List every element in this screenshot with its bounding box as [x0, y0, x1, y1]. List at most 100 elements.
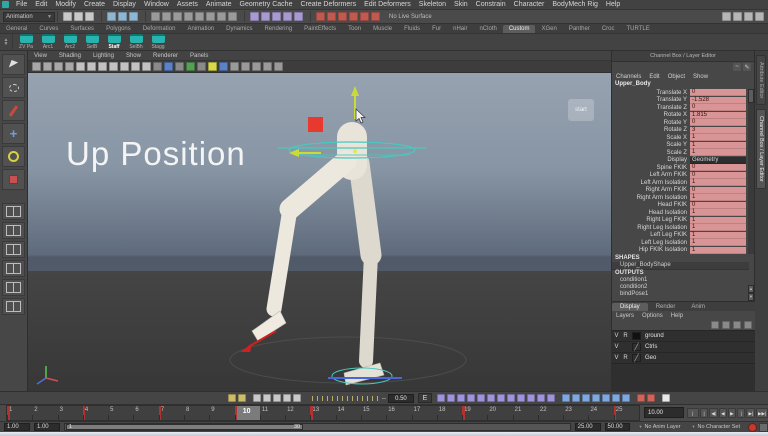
channel-field-scale-z[interactable]: 1	[690, 149, 746, 157]
render-icon[interactable]	[349, 12, 358, 21]
menu-animate[interactable]: Animate	[202, 0, 236, 9]
shelf-item-stagg[interactable]: Stagg	[147, 34, 169, 50]
speaker-icon[interactable]	[755, 12, 764, 21]
sound-scrub-icon[interactable]	[238, 394, 246, 402]
frame-9[interactable]: 9	[209, 406, 234, 420]
character-set-dropdown[interactable]: ▼ No Character Set	[688, 422, 743, 432]
auto-tangent-icon[interactable]	[536, 394, 545, 402]
rotate-tool[interactable]	[2, 146, 25, 167]
xray-icon[interactable]	[241, 62, 250, 71]
menu-geometry-cache[interactable]: Geometry Cache	[236, 0, 297, 9]
mute-channel-icon[interactable]	[611, 394, 620, 402]
frame-5[interactable]: 5	[108, 406, 133, 420]
channel-left-arm-fkik[interactable]: Left Arm FKIK 0	[612, 171, 749, 180]
channel-field-head-fkik[interactable]: 0	[690, 201, 746, 209]
viewport-menu-show[interactable]: Show	[120, 53, 147, 59]
viewport-menu-lighting[interactable]: Lighting	[87, 53, 120, 59]
layer-tab-display[interactable]: Display	[612, 303, 648, 311]
shadows-icon[interactable]	[197, 62, 206, 71]
menu-display[interactable]: Display	[109, 0, 140, 9]
anim-layer-dropdown[interactable]: ▼ No Anim Layer	[635, 422, 684, 432]
spline-tangent-icon[interactable]	[436, 394, 445, 402]
channel-head-isolation[interactable]: Head Isolation 1	[612, 209, 749, 217]
mask-surfaces-icon[interactable]	[184, 12, 193, 21]
shelf-tab-toon[interactable]: Toon	[342, 25, 367, 33]
viewport-menu-view[interactable]: View	[28, 53, 53, 59]
menu-create[interactable]: Create	[80, 0, 109, 9]
channel-right-arm-fkik[interactable]: Right Arm FKIK 0	[612, 186, 749, 195]
free-tangent-weight-icon[interactable]	[526, 394, 535, 402]
shaded-icon[interactable]	[164, 62, 173, 71]
break-tangent-icon[interactable]	[506, 394, 515, 402]
menu-skeleton[interactable]: Skeleton	[415, 0, 450, 9]
save-scene-icon[interactable]	[85, 12, 94, 21]
two-pane-stack-layout[interactable]	[2, 241, 25, 258]
frame-14[interactable]: 14	[335, 406, 361, 420]
channel-box-menu-edit[interactable]: Edit	[645, 74, 663, 80]
shelf-tab-ncloth[interactable]: nCloth	[473, 25, 502, 33]
move-layer-down-icon[interactable]	[722, 321, 730, 329]
channel-left-arm-isolation[interactable]: Left Arm Isolation 1	[612, 179, 749, 187]
output-condition1[interactable]: condition1	[612, 277, 749, 284]
channel-field-rotate-x[interactable]: 1.815	[690, 111, 746, 119]
frame-21[interactable]: 21	[512, 406, 538, 420]
viewport-menu-renderer[interactable]: Renderer	[147, 53, 184, 59]
channel-left-leg-isolation[interactable]: Left Leg Isolation 1	[612, 239, 749, 247]
menu-character[interactable]: Character	[510, 0, 549, 9]
snap-view-plane-icon[interactable]	[283, 12, 292, 21]
frame-16[interactable]: 16	[386, 406, 411, 420]
remove-inbetween-icon[interactable]	[581, 394, 590, 402]
frame-19[interactable]: 19	[462, 406, 487, 420]
frame-13[interactable]: 13	[310, 406, 335, 420]
perf-chart-icon[interactable]	[722, 12, 731, 21]
shelf-item-zv-pa[interactable]: ZV Pa	[15, 34, 37, 50]
channel-field-right-leg-fkik[interactable]: 1	[690, 216, 746, 224]
step-forward-key-button[interactable]: |▶	[736, 408, 746, 425]
menu-assets[interactable]: Assets	[173, 0, 202, 9]
frame-18[interactable]: 18	[436, 406, 462, 420]
auto-keyframe-button[interactable]	[748, 422, 757, 432]
frame-8[interactable]: 8	[183, 406, 209, 420]
channel-field-translate-x[interactable]: 0	[690, 89, 746, 97]
shelf-tab-fur[interactable]: Fur	[426, 25, 447, 33]
character-left-leg[interactable]	[251, 150, 357, 342]
mask-dynamics-icon[interactable]	[206, 12, 215, 21]
animation-start-field[interactable]: 1.00	[4, 423, 30, 431]
shelf-tab-painteffects[interactable]: PaintEffects	[298, 25, 342, 33]
frame-20[interactable]: 20	[487, 406, 512, 420]
layer-swatch[interactable]	[632, 332, 641, 340]
menu-constrain[interactable]: Constrain	[472, 0, 510, 9]
channel-right-leg-fkik[interactable]: Right Leg FKIK 1	[612, 216, 749, 225]
menu-window[interactable]: Window	[140, 0, 173, 9]
scroll-down-arrow[interactable]: ▼	[748, 293, 754, 301]
layout-grid-icon[interactable]	[744, 12, 753, 21]
play-forwards-button[interactable]: ▶	[727, 408, 736, 418]
render-settings-icon[interactable]	[371, 12, 380, 21]
layer-row-geo[interactable]: V R ╱ Geo	[612, 353, 755, 364]
grid-toggle-icon[interactable]	[109, 62, 118, 71]
layer-visibility-toggle[interactable]: V	[612, 344, 621, 350]
layer-visibility-toggle[interactable]: V	[612, 355, 621, 361]
shelf-item-selb[interactable]: SelB	[81, 34, 103, 50]
shelf-tab-panther[interactable]: Panther	[563, 25, 596, 33]
construction-history-icon[interactable]	[338, 12, 347, 21]
layer-row-ctrls[interactable]: V ╱ Ctrls	[612, 342, 755, 353]
select-camera-icon[interactable]	[32, 62, 41, 71]
channel-box-menu-channels[interactable]: Channels	[612, 74, 645, 80]
play-backwards-button[interactable]: ◀	[718, 408, 727, 418]
shelf-selector[interactable]: ▲ ▼	[0, 34, 13, 50]
frame-4[interactable]: 4	[82, 406, 108, 420]
screen-space-ao-icon[interactable]	[208, 62, 217, 71]
four-pane-layout[interactable]	[2, 279, 25, 296]
2d-pan-zoom-icon[interactable]	[87, 62, 96, 71]
time-slider[interactable]: 1 2 3 4 5 6 7 8 9 10 11 12 13 14 15 16 17 18 19 20 21 22 23 24 2…	[0, 404, 768, 425]
channel-box-menu-object[interactable]: Object	[664, 74, 689, 80]
shelf-tab-custom[interactable]: Custom	[502, 25, 536, 33]
snap-point-icon[interactable]	[272, 12, 281, 21]
motion-blur-icon[interactable]	[219, 62, 228, 71]
animation-end-field[interactable]: 50.00	[604, 423, 631, 431]
outliner-persp-layout[interactable]	[2, 298, 25, 315]
channel-head-fkik[interactable]: Head FKIK 0	[612, 201, 749, 210]
range-slider-handle[interactable]: 1 30	[65, 424, 304, 430]
envelope-widget[interactable]: E	[417, 393, 432, 403]
